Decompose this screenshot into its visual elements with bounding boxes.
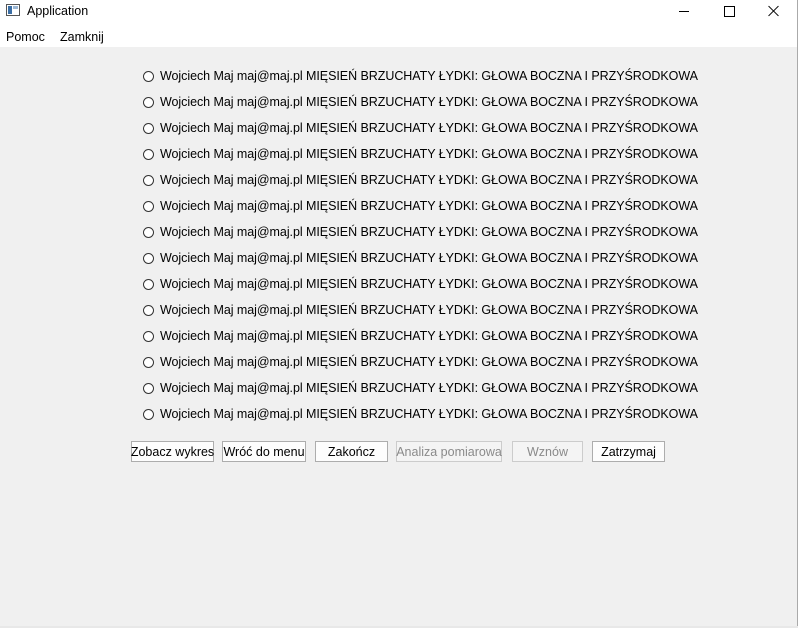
- resume-button[interactable]: Wznów: [512, 441, 583, 462]
- minimize-icon: [679, 10, 689, 12]
- close-button[interactable]: [751, 0, 797, 22]
- measurement-analysis-button[interactable]: Analiza pomiarowa: [396, 441, 502, 462]
- maximize-button[interactable]: [706, 0, 752, 22]
- radio-option[interactable]: Wojciech Maj maj@maj.pl MIĘSIEŃ BRZUCHAT…: [143, 271, 703, 297]
- stop-button[interactable]: Zatrzymaj: [592, 441, 665, 462]
- radio-label: Wojciech Maj maj@maj.pl MIĘSIEŃ BRZUCHAT…: [160, 173, 698, 187]
- radio-option[interactable]: Wojciech Maj maj@maj.pl MIĘSIEŃ BRZUCHAT…: [143, 297, 703, 323]
- radio-label: Wojciech Maj maj@maj.pl MIĘSIEŃ BRZUCHAT…: [160, 147, 698, 161]
- radio-option[interactable]: Wojciech Maj maj@maj.pl MIĘSIEŃ BRZUCHAT…: [143, 219, 703, 245]
- radio-label: Wojciech Maj maj@maj.pl MIĘSIEŃ BRZUCHAT…: [160, 407, 698, 421]
- radio-option[interactable]: Wojciech Maj maj@maj.pl MIĘSIEŃ BRZUCHAT…: [143, 375, 703, 401]
- radio-option[interactable]: Wojciech Maj maj@maj.pl MIĘSIEŃ BRZUCHAT…: [143, 141, 703, 167]
- radio-label: Wojciech Maj maj@maj.pl MIĘSIEŃ BRZUCHAT…: [160, 303, 698, 317]
- radio-option[interactable]: Wojciech Maj maj@maj.pl MIĘSIEŃ BRZUCHAT…: [143, 245, 703, 271]
- app-icon: [6, 4, 20, 16]
- radio-label: Wojciech Maj maj@maj.pl MIĘSIEŃ BRZUCHAT…: [160, 251, 698, 265]
- radio-button[interactable]: [143, 148, 154, 160]
- radio-label: Wojciech Maj maj@maj.pl MIĘSIEŃ BRZUCHAT…: [160, 225, 698, 239]
- radio-button[interactable]: [143, 278, 154, 290]
- radio-button[interactable]: [143, 304, 154, 316]
- close-icon: [768, 5, 780, 17]
- show-chart-button[interactable]: Zobacz wykres: [131, 441, 214, 462]
- radio-button[interactable]: [143, 122, 154, 134]
- radio-option[interactable]: Wojciech Maj maj@maj.pl MIĘSIEŃ BRZUCHAT…: [143, 401, 703, 427]
- radio-label: Wojciech Maj maj@maj.pl MIĘSIEŃ BRZUCHAT…: [160, 329, 698, 343]
- radio-option[interactable]: Wojciech Maj maj@maj.pl MIĘSIEŃ BRZUCHAT…: [143, 115, 703, 141]
- radio-button[interactable]: [143, 408, 154, 420]
- radio-button[interactable]: [143, 330, 154, 342]
- window-title: Application: [27, 4, 89, 18]
- radio-button[interactable]: [143, 252, 154, 264]
- minimize-button[interactable]: [661, 0, 707, 22]
- radio-button[interactable]: [143, 174, 154, 186]
- radio-button[interactable]: [143, 200, 154, 212]
- finish-button[interactable]: Zakończ: [315, 441, 388, 462]
- radio-option[interactable]: Wojciech Maj maj@maj.pl MIĘSIEŃ BRZUCHAT…: [143, 63, 703, 89]
- title-bar[interactable]: Application: [0, 0, 797, 24]
- application-window: Application Pomoc Zamknij Wojciech Maj m…: [0, 0, 798, 628]
- maximize-icon: [723, 5, 735, 17]
- radio-option[interactable]: Wojciech Maj maj@maj.pl MIĘSIEŃ BRZUCHAT…: [143, 167, 703, 193]
- radio-label: Wojciech Maj maj@maj.pl MIĘSIEŃ BRZUCHAT…: [160, 355, 698, 369]
- menu-item-pomoc[interactable]: Pomoc: [6, 30, 45, 44]
- radio-label: Wojciech Maj maj@maj.pl MIĘSIEŃ BRZUCHAT…: [160, 199, 698, 213]
- radio-button[interactable]: [143, 70, 154, 82]
- radio-label: Wojciech Maj maj@maj.pl MIĘSIEŃ BRZUCHAT…: [160, 277, 698, 291]
- back-to-menu-button[interactable]: Wróć do menu: [222, 441, 306, 462]
- radio-option[interactable]: Wojciech Maj maj@maj.pl MIĘSIEŃ BRZUCHAT…: [143, 89, 703, 115]
- measurement-radio-list: Wojciech Maj maj@maj.pl MIĘSIEŃ BRZUCHAT…: [143, 63, 703, 427]
- radio-button[interactable]: [143, 226, 154, 238]
- radio-option[interactable]: Wojciech Maj maj@maj.pl MIĘSIEŃ BRZUCHAT…: [143, 193, 703, 219]
- radio-option[interactable]: Wojciech Maj maj@maj.pl MIĘSIEŃ BRZUCHAT…: [143, 323, 703, 349]
- menu-bar: Pomoc Zamknij: [0, 24, 797, 48]
- radio-label: Wojciech Maj maj@maj.pl MIĘSIEŃ BRZUCHAT…: [160, 95, 698, 109]
- radio-button[interactable]: [143, 96, 154, 108]
- radio-button[interactable]: [143, 382, 154, 394]
- radio-button[interactable]: [143, 356, 154, 368]
- radio-label: Wojciech Maj maj@maj.pl MIĘSIEŃ BRZUCHAT…: [160, 381, 698, 395]
- radio-label: Wojciech Maj maj@maj.pl MIĘSIEŃ BRZUCHAT…: [160, 121, 698, 135]
- menu-item-zamknij[interactable]: Zamknij: [60, 30, 104, 44]
- radio-option[interactable]: Wojciech Maj maj@maj.pl MIĘSIEŃ BRZUCHAT…: [143, 349, 703, 375]
- radio-label: Wojciech Maj maj@maj.pl MIĘSIEŃ BRZUCHAT…: [160, 69, 698, 83]
